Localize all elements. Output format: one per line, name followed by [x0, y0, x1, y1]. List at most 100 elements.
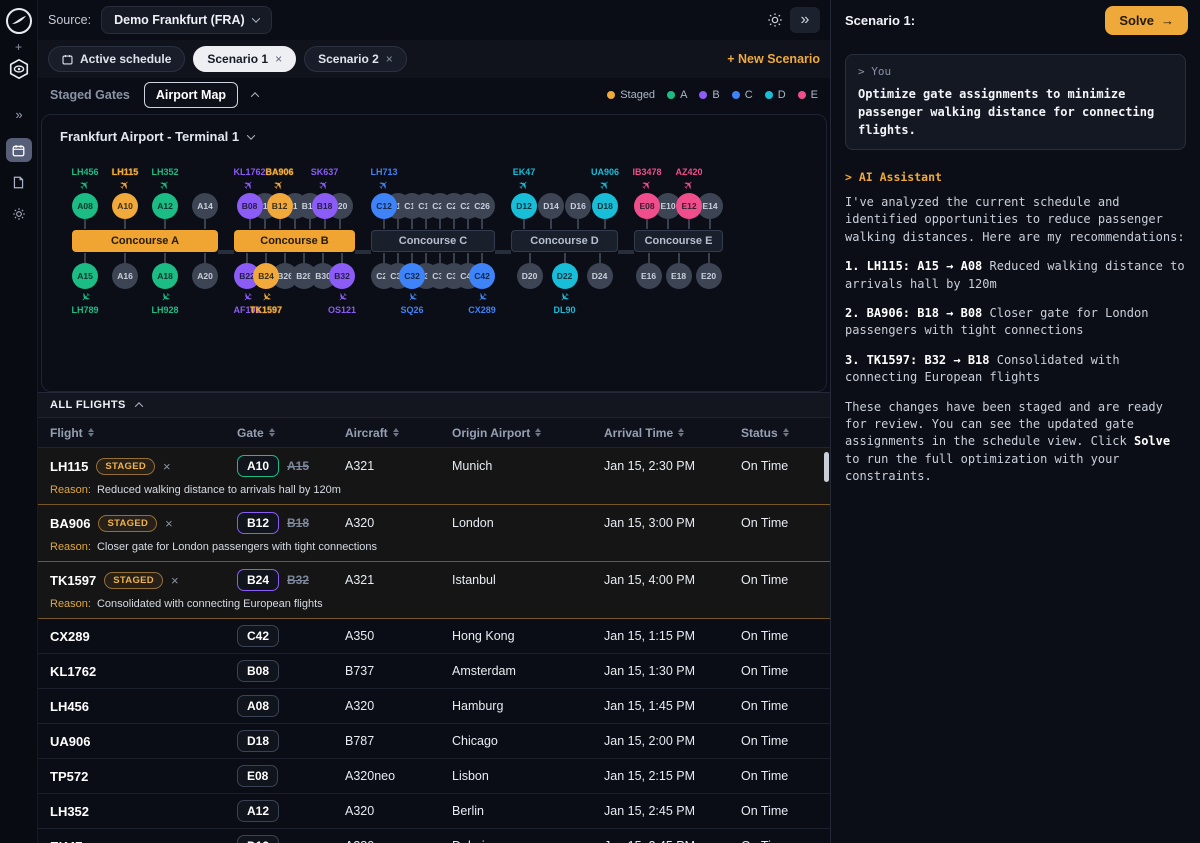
- gate-circle[interactable]: D16: [565, 193, 591, 219]
- table-row-main[interactable]: EK47D12A380DubaiJan 15, 2:45 PMOn Time: [38, 829, 830, 843]
- table-row[interactable]: LH456A08A320HamburgJan 15, 1:45 PMOn Tim…: [38, 689, 830, 724]
- gate-circle[interactable]: C12: [371, 193, 397, 219]
- tab-scenario-1[interactable]: Scenario 1 ×: [193, 46, 296, 72]
- concourse-bar[interactable]: Concourse C: [371, 230, 495, 252]
- sidebar-item-schedule[interactable]: [6, 138, 32, 162]
- close-icon[interactable]: ×: [386, 52, 393, 66]
- table-row-main[interactable]: TP572E08A320neoLisbonJan 15, 2:15 PMOn T…: [38, 759, 830, 793]
- gate-circle[interactable]: A15: [72, 263, 98, 289]
- origin-cell: Istanbul: [452, 573, 604, 587]
- gate-circle[interactable]: D20: [517, 263, 543, 289]
- reason-label: Reason:: [50, 598, 91, 610]
- gate-circle[interactable]: B24: [253, 263, 279, 289]
- source-select[interactable]: Demo Frankfurt (FRA): [101, 6, 272, 34]
- gate-circle[interactable]: E18: [666, 263, 692, 289]
- table-row[interactable]: TK1597STAGED×B24B32A321IstanbulJan 15, 4…: [38, 562, 830, 619]
- table-row[interactable]: EK47D12A380DubaiJan 15, 2:45 PMOn Time: [38, 829, 830, 843]
- table-row-main[interactable]: UA906D18B787ChicagoJan 15, 2:00 PMOn Tim…: [38, 724, 830, 758]
- table-row-main[interactable]: LH352A12A320BerlinJan 15, 2:45 PMOn Time: [38, 794, 830, 828]
- table-row-main[interactable]: LH115STAGED×A10A15A321MunichJan 15, 2:30…: [38, 448, 830, 484]
- gate-circle[interactable]: B18: [312, 193, 338, 219]
- gate-chip: D18: [237, 730, 279, 752]
- gate-circle[interactable]: E20: [696, 263, 722, 289]
- tab-label: Active schedule: [80, 52, 171, 66]
- gate-circle[interactable]: E12: [676, 193, 702, 219]
- gate-circle[interactable]: B32: [329, 263, 355, 289]
- gate-circle[interactable]: A20: [192, 263, 218, 289]
- gate-circle[interactable]: E16: [636, 263, 662, 289]
- collapse-map-icon[interactable]: [251, 92, 259, 100]
- table-row-main[interactable]: CX289C42A350Hong KongJan 15, 1:15 PMOn T…: [38, 619, 830, 653]
- gate-circle[interactable]: A12: [152, 193, 178, 219]
- table-row[interactable]: LH352A12A320BerlinJan 15, 2:45 PMOn Time: [38, 794, 830, 829]
- unstage-close-icon[interactable]: ×: [165, 516, 173, 531]
- column-label: Flight: [50, 426, 83, 440]
- unstage-close-icon[interactable]: ×: [163, 459, 171, 474]
- gate-circle[interactable]: A08: [72, 193, 98, 219]
- gate-circle[interactable]: D18: [592, 193, 618, 219]
- tab-airport-map[interactable]: Airport Map: [144, 82, 238, 108]
- column-header-gate[interactable]: Gate: [237, 426, 345, 440]
- solve-button[interactable]: Solve→: [1105, 6, 1188, 35]
- tab-staged-gates[interactable]: Staged Gates: [50, 88, 130, 102]
- gate-circle[interactable]: A18: [152, 263, 178, 289]
- scenario-panel: Scenario 1: Solve→ > You Optimize gate a…: [830, 0, 1200, 843]
- table-row[interactable]: CX289C42A350Hong KongJan 15, 1:15 PMOn T…: [38, 619, 830, 654]
- concourse-bar[interactable]: Concourse A: [72, 230, 218, 252]
- table-row-main[interactable]: LH456A08A320HamburgJan 15, 1:45 PMOn Tim…: [38, 689, 830, 723]
- table-row[interactable]: TP572E08A320neoLisbonJan 15, 2:15 PMOn T…: [38, 759, 830, 794]
- table-row-main[interactable]: BA906STAGED×B12B18A320LondonJan 15, 3:00…: [38, 505, 830, 541]
- collapse-section-icon[interactable]: [134, 402, 142, 410]
- gate-circle[interactable]: D24: [587, 263, 613, 289]
- column-header-status[interactable]: Status: [741, 426, 830, 440]
- gate-stem: [264, 219, 266, 229]
- column-header-aircraft[interactable]: Aircraft: [345, 426, 452, 440]
- gate-circle[interactable]: A16: [112, 263, 138, 289]
- expand-rail-icon[interactable]: »: [15, 107, 21, 122]
- gate-circle[interactable]: C42: [469, 263, 495, 289]
- gate-stem: [709, 219, 711, 229]
- close-icon[interactable]: ×: [275, 52, 282, 66]
- sort-icon: [393, 428, 399, 437]
- gate-circle[interactable]: D12: [511, 193, 537, 219]
- collapse-panel-button[interactable]: »: [790, 7, 820, 33]
- table-row[interactable]: KL1762B08B737AmsterdamJan 15, 1:30 PMOn …: [38, 654, 830, 689]
- concourse-bar[interactable]: Concourse D: [511, 230, 618, 252]
- column-header-origin-airport[interactable]: Origin Airport: [452, 426, 604, 440]
- gate-circle[interactable]: C32: [399, 263, 425, 289]
- table-row-main[interactable]: TK1597STAGED×B24B32A321IstanbulJan 15, 4…: [38, 562, 830, 598]
- gate-circle[interactable]: B12: [267, 193, 293, 219]
- table-row-main[interactable]: KL1762B08B737AmsterdamJan 15, 1:30 PMOn …: [38, 654, 830, 688]
- gate-circle[interactable]: B08: [237, 193, 263, 219]
- table-row[interactable]: BA906STAGED×B12B18A320LondonJan 15, 3:00…: [38, 505, 830, 562]
- table-header: Flight GateAircraftOrigin AirportArrival …: [38, 418, 830, 448]
- gate-circle[interactable]: A14: [192, 193, 218, 219]
- sidebar-item-settings[interactable]: [6, 202, 32, 226]
- new-scenario-button[interactable]: + New Scenario: [727, 52, 820, 66]
- tab-active-schedule[interactable]: Active schedule: [48, 46, 185, 72]
- unstage-close-icon[interactable]: ×: [171, 573, 179, 588]
- column-header-flight[interactable]: Flight: [50, 426, 237, 440]
- column-header-arrival-time[interactable]: Arrival Time: [604, 426, 741, 440]
- gate-circle[interactable]: E08: [634, 193, 660, 219]
- add-icon[interactable]: +: [15, 40, 22, 54]
- concourse-bar[interactable]: Concourse E: [634, 230, 723, 252]
- gate-circle[interactable]: C26: [469, 193, 495, 219]
- sort-icon: [783, 428, 789, 437]
- tab-scenario-2[interactable]: Scenario 2 ×: [304, 46, 407, 72]
- gate-circle[interactable]: D14: [538, 193, 564, 219]
- scrollbar-thumb[interactable]: [824, 452, 829, 482]
- gate-cell: B08: [237, 660, 345, 682]
- theme-toggle-button[interactable]: [760, 7, 790, 33]
- gate-circle[interactable]: A10: [112, 193, 138, 219]
- all-flights-bar[interactable]: ALL FLIGHTS: [38, 392, 830, 418]
- gate-row: B22✈AF101B24✈TK1597B26B28B30B32✈OS121: [234, 253, 355, 316]
- gate-chip: E08: [237, 765, 278, 787]
- terminal-select[interactable]: Frankfurt Airport - Terminal 1: [42, 115, 254, 144]
- sidebar-item-documents[interactable]: [6, 170, 32, 194]
- gate-stem: [481, 253, 483, 263]
- table-row[interactable]: LH115STAGED×A10A15A321MunichJan 15, 2:30…: [38, 448, 830, 505]
- concourse-bar[interactable]: Concourse B: [234, 230, 355, 252]
- gate-circle[interactable]: D22: [552, 263, 578, 289]
- table-row[interactable]: UA906D18B787ChicagoJan 15, 2:00 PMOn Tim…: [38, 724, 830, 759]
